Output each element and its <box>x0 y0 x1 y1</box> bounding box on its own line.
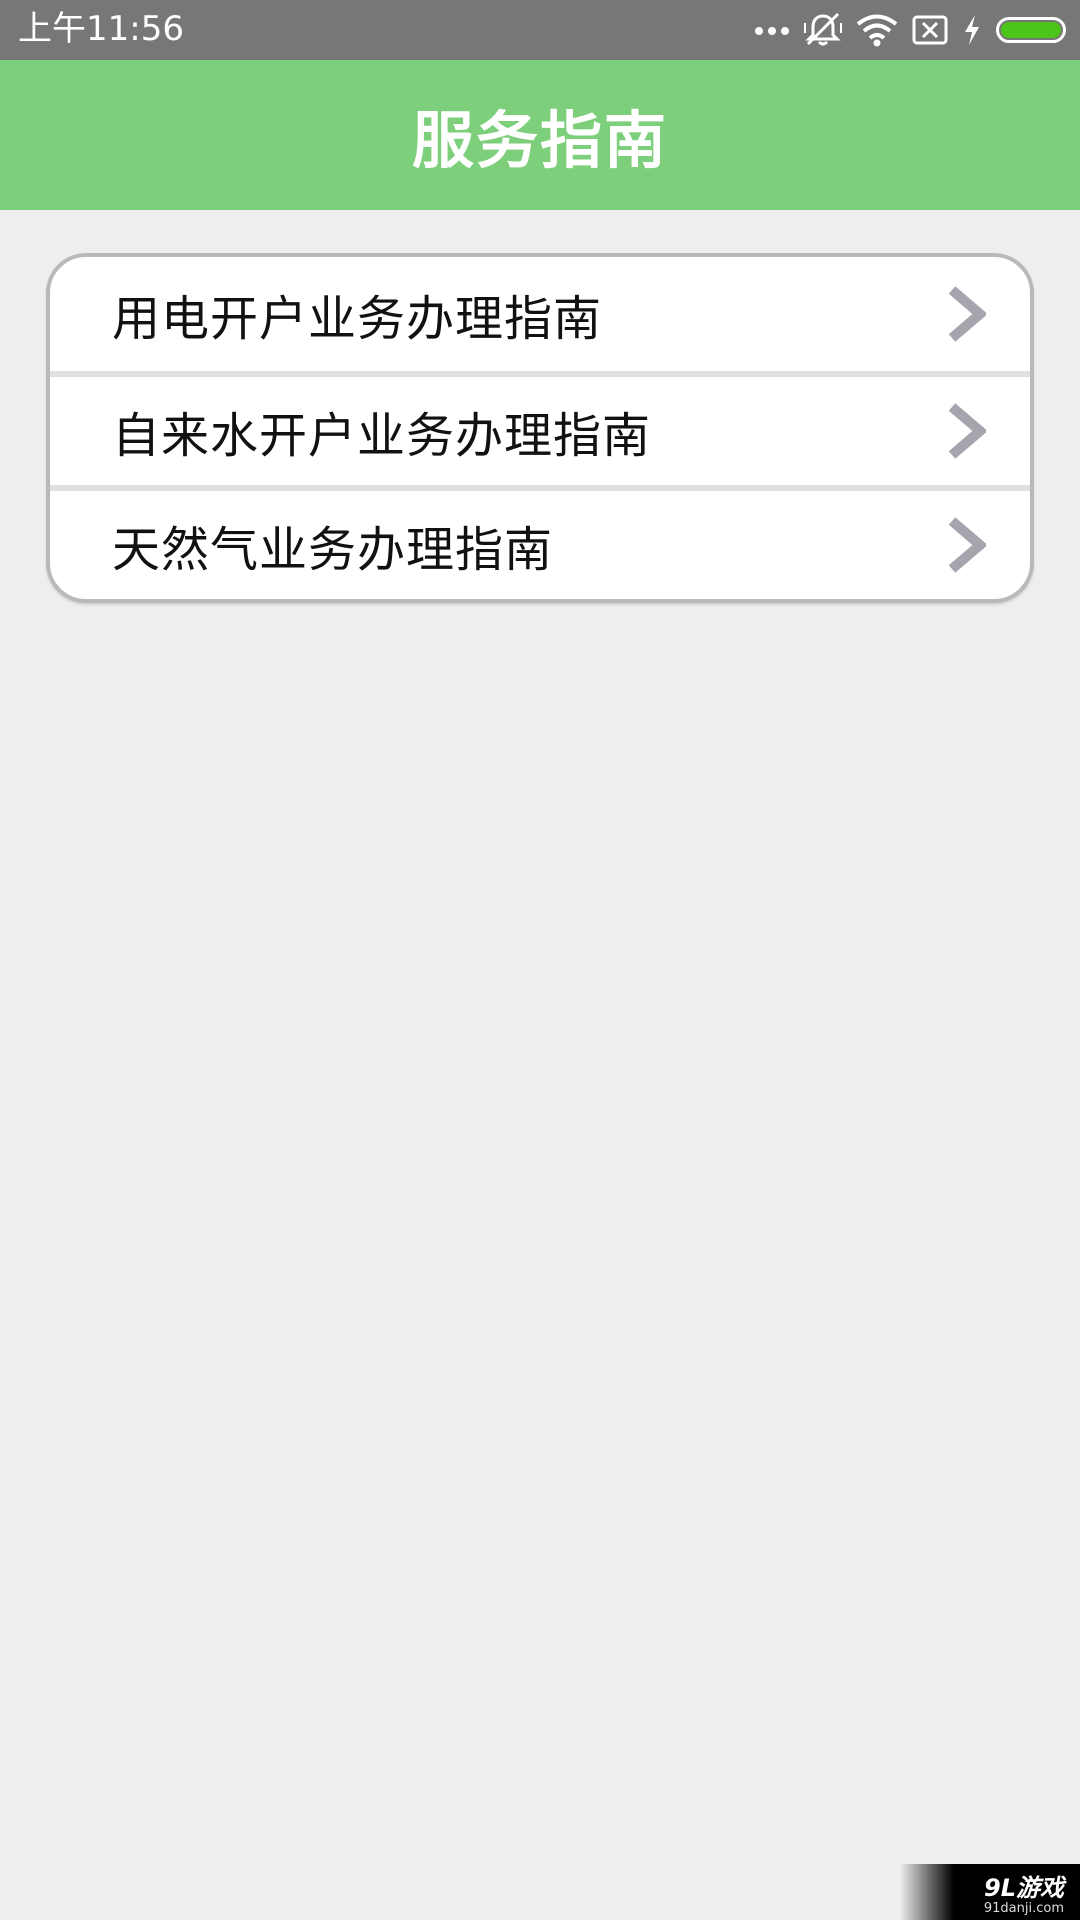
wifi-icon <box>856 13 898 47</box>
watermark-logo: 9L游戏 <box>984 1874 1064 1902</box>
no-sim-icon <box>912 15 948 45</box>
guide-item-label: 自来水开户业务办理指南 <box>112 408 652 464</box>
watermark-url: 91danji.com <box>983 1901 1064 1916</box>
guide-item-label: 用电开户业务办理指南 <box>112 291 603 347</box>
status-bar: 上午11:56 <box>0 0 1080 60</box>
mute-icon <box>804 12 842 48</box>
status-icons <box>740 0 1066 60</box>
watermark: 9L游戏 91danji.com <box>900 1864 1080 1920</box>
chevron-right-icon <box>946 403 988 459</box>
battery-icon <box>996 17 1066 43</box>
page-title: 服务指南 <box>411 104 668 177</box>
charging-icon <box>962 14 982 46</box>
guide-item-gas[interactable]: 天然气业务办理指南 <box>50 485 1030 599</box>
battery-fill <box>1001 22 1061 38</box>
guide-item-water[interactable]: 自来水开户业务办理指南 <box>50 371 1030 485</box>
guide-list: 用电开户业务办理指南 自来水开户业务办理指南 天然气业务办理指南 <box>46 253 1034 603</box>
chevron-right-icon <box>946 286 988 342</box>
title-bar: 服务指南 <box>0 60 1080 210</box>
chevron-right-icon <box>946 517 988 573</box>
status-time: 上午11:56 <box>18 9 184 49</box>
guide-item-label: 天然气业务办理指南 <box>112 522 554 578</box>
more-dots-icon <box>754 24 790 36</box>
guide-item-electricity[interactable]: 用电开户业务办理指南 <box>50 257 1030 371</box>
